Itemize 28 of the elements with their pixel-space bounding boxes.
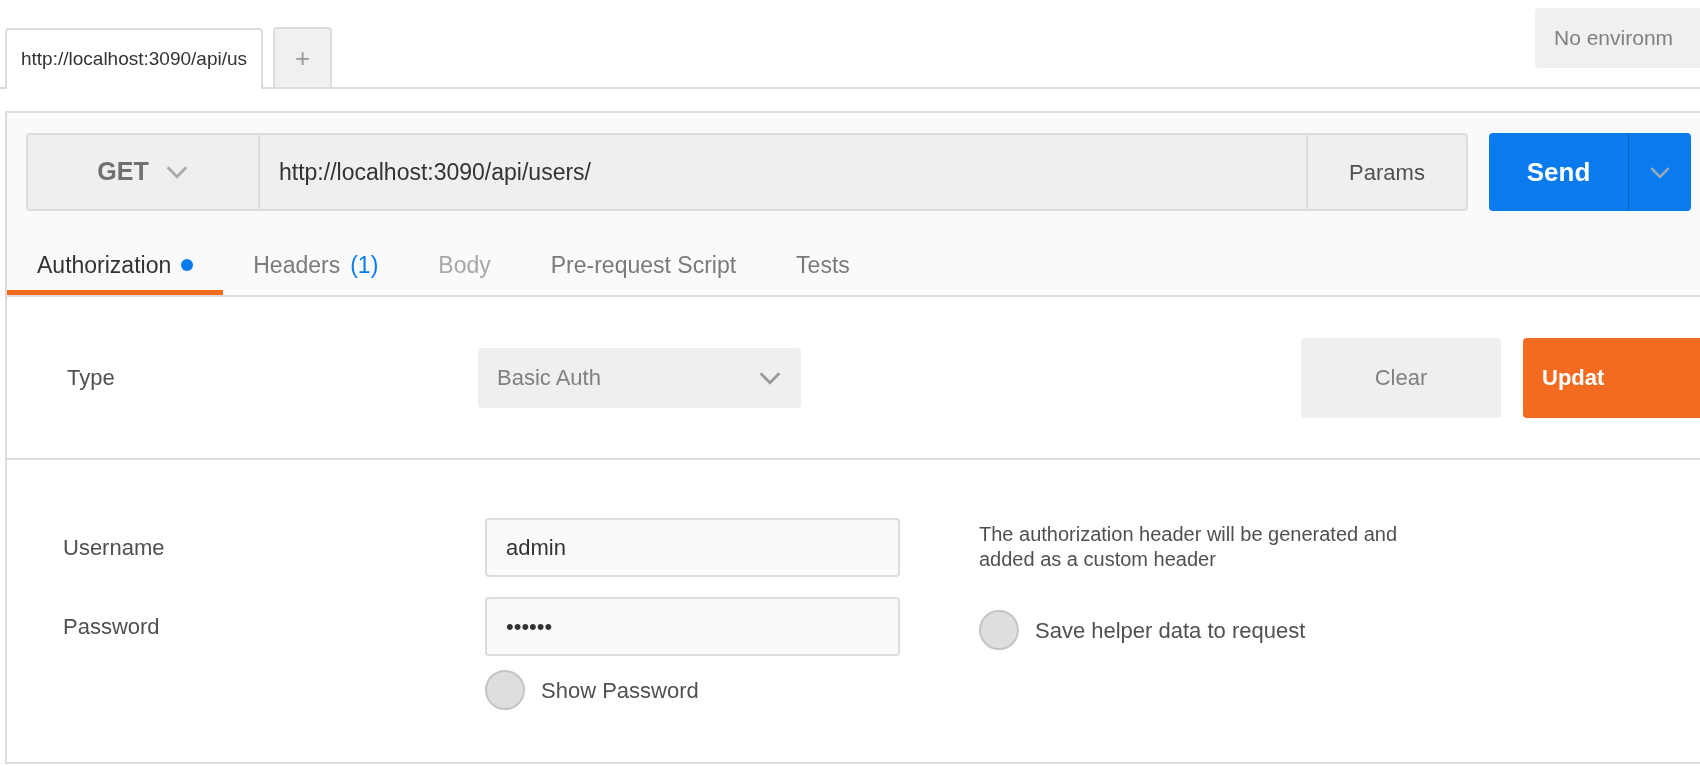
request-tab[interactable]: http://localhost:3090/api/us — [5, 28, 264, 89]
field-label: Password — [63, 614, 160, 639]
field-label: Username — [63, 535, 165, 560]
chevron-down-icon — [758, 370, 782, 385]
update-button[interactable]: Updat — [1523, 337, 1700, 418]
type-label: Type — [67, 365, 115, 390]
send-button[interactable]: Send — [1489, 133, 1628, 211]
method-dropdown[interactable]: GET — [26, 133, 260, 211]
chevron-down-icon — [164, 165, 189, 179]
url-input[interactable]: http://localhost:3090/api/users/ — [260, 133, 1306, 211]
tab[interactable]: Pre-request Script — [520, 240, 767, 295]
clear-button[interactable]: Clear — [1301, 337, 1501, 418]
environment-dropdown[interactable]: No environm — [1535, 8, 1700, 68]
radio-button[interactable] — [979, 610, 1019, 650]
helper-note: The authorization header will be generated and added as a custom header — [979, 522, 1399, 572]
radio-button[interactable] — [485, 670, 525, 710]
radio-label: Show Password — [541, 676, 699, 705]
tab[interactable]: Tests — [766, 240, 880, 295]
text-field[interactable]: •••••• — [485, 597, 900, 656]
text-field[interactable]: admin — [485, 518, 900, 577]
new-tab-button[interactable]: + — [273, 27, 333, 87]
tab[interactable]: Authorization — [7, 240, 224, 295]
radio-label: Save helper data to request — [1035, 616, 1306, 645]
params-button[interactable]: Params — [1306, 133, 1468, 211]
header-count: (1) — [350, 250, 379, 280]
type-dropdown[interactable]: Basic Auth — [478, 347, 801, 408]
chevron-down-icon — [1649, 165, 1671, 179]
tab[interactable]: Headers (1) — [223, 240, 409, 295]
